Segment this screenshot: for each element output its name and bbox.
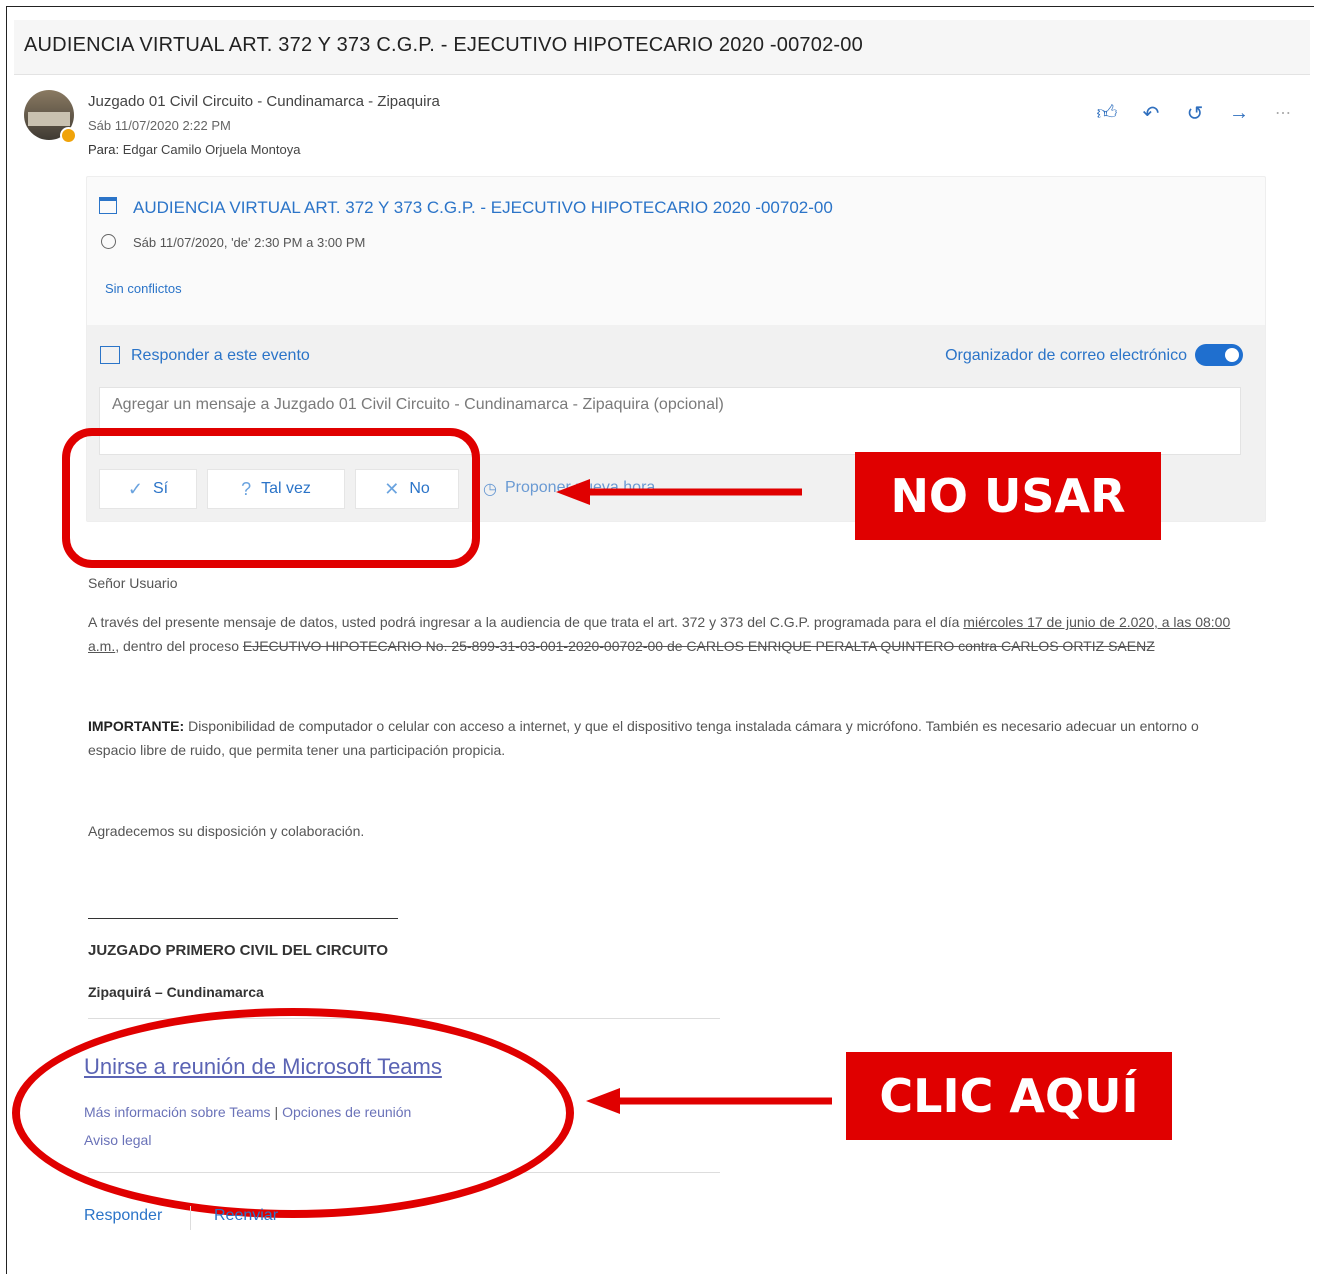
organizer-label: Organizador de correo electrónico <box>945 347 1187 364</box>
more-icon[interactable]: ⋯ <box>1270 100 1296 126</box>
body-paragraph-3: Agradecemos su disposición y colaboració… <box>88 823 365 839</box>
reply-all-icon[interactable]: ↺ <box>1182 100 1208 126</box>
annotation-arrow-icon <box>586 1088 832 1114</box>
recipient-line: Para: Edgar Camilo Orjuela Montoya <box>88 142 300 157</box>
annotation-box <box>62 428 480 568</box>
response-message-input[interactable] <box>100 388 1240 422</box>
no-usar-label: NO USAR <box>855 452 1161 540</box>
body-paragraph-1: A través del presente mensaje de datos, … <box>88 614 1231 654</box>
sender-name[interactable]: Juzgado 01 Civil Circuito - Cundinamarca… <box>88 93 440 110</box>
clock-icon <box>101 234 116 249</box>
recipient-name[interactable]: Edgar Camilo Orjuela Montoya <box>123 142 301 157</box>
signature-city: Zipaquirá – Cundinamarca <box>88 984 264 1000</box>
respond-label: Responder a este evento <box>131 347 310 364</box>
reply-icon[interactable]: ↶ <box>1138 100 1164 126</box>
subject-bar: AUDIENCIA VIRTUAL ART. 372 Y 373 C.G.P. … <box>14 20 1310 75</box>
body-paragraph-2: IMPORTANTE: Disponibilidad de computador… <box>88 718 1199 758</box>
to-label: Para: <box>88 142 120 157</box>
reply-button[interactable]: Responder <box>84 1207 162 1225</box>
organizer-toggle[interactable] <box>1195 344 1243 366</box>
like-icon[interactable]: 👍︎ <box>1094 100 1120 126</box>
message-actions: 👍︎ ↶ ↺ → ⋯ <box>1094 100 1296 126</box>
greeting: Señor Usuario <box>88 575 178 591</box>
annotation-arrow-icon <box>556 479 802 505</box>
event-title[interactable]: AUDIENCIA VIRTUAL ART. 372 Y 373 C.G.P. … <box>133 198 833 218</box>
forward-button[interactable]: Reenviar <box>214 1207 278 1225</box>
event-time: Sáb 11/07/2020, 'de' 2:30 PM a 3:00 PM <box>133 235 366 250</box>
email-subject: AUDIENCIA VIRTUAL ART. 372 Y 373 C.G.P. … <box>24 34 863 56</box>
presence-badge <box>60 127 77 144</box>
conflicts-link[interactable]: Sin conflictos <box>105 281 182 296</box>
clic-aqui-label: CLIC AQUÍ <box>846 1052 1172 1140</box>
calendar-icon <box>99 197 117 214</box>
forward-icon[interactable]: → <box>1226 100 1252 126</box>
calendar-reply-icon <box>100 346 120 364</box>
signature-divider <box>88 918 398 919</box>
sent-date: Sáb 11/07/2020 2:22 PM <box>88 118 231 133</box>
footer-separator <box>190 1206 191 1230</box>
annotation-ellipse <box>12 1008 574 1218</box>
signature-name: JUZGADO PRIMERO CIVIL DEL CIRCUITO <box>88 942 389 959</box>
clock-icon: ◷ <box>483 481 497 498</box>
